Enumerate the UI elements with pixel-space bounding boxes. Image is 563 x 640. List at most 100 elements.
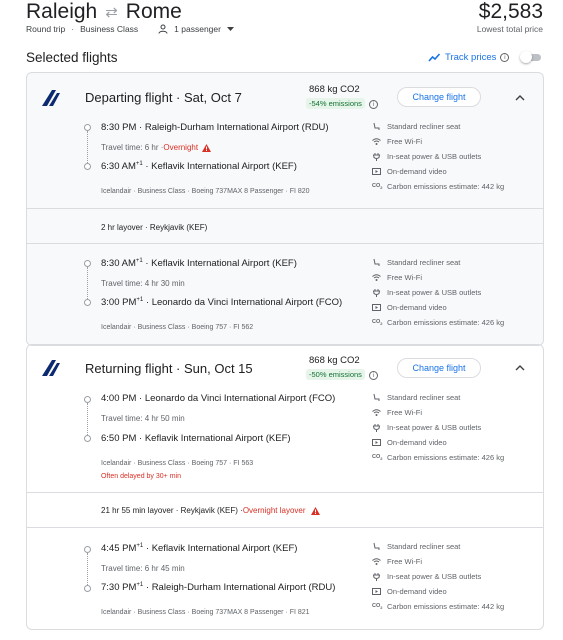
arrival-dot [84, 299, 91, 306]
arrival-dot [84, 585, 91, 592]
seat-icon [373, 122, 380, 130]
arrival-time: 3:00 PM [101, 297, 137, 309]
power-icon [372, 573, 381, 581]
track-prices[interactable]: Track prices i [428, 52, 510, 63]
swap-arrows-icon: ⇄ [105, 4, 118, 21]
passenger-count: 1 passenger [174, 24, 221, 34]
amenity-co2: CO2 Carbon emissions estimate: 442 kg [372, 602, 505, 611]
departure-dot [84, 260, 91, 267]
amenity-seat: Standard recliner seat [372, 393, 460, 402]
wifi-icon [372, 274, 381, 281]
arrival-row: 6:30 AM+1 · Keflavik International Airpo… [101, 161, 297, 173]
overnight-layover-label: Overnight layover [242, 506, 306, 515]
departing-flight-card: Departing flight · Sat, Oct 7 868 kg CO2… [26, 72, 544, 346]
amenity-video: On-demand video [372, 303, 447, 312]
travel-time: Travel time: 6 hr · Overnight [101, 143, 212, 152]
amenity-co2: CO2 Carbon emissions estimate: 426 kg [372, 453, 505, 462]
wifi-icon [372, 138, 381, 145]
amenity-power: In-seat power & USB outlets [372, 423, 481, 432]
trip-type: Round trip [26, 24, 66, 34]
amenity-video: On-demand video [372, 167, 447, 176]
seat-icon [373, 542, 380, 550]
departure-airport: Keflavik International Airport (KEF) [151, 258, 297, 270]
amenity-wifi: Free Wi-Fi [372, 408, 422, 417]
departing-co2: 868 kg CO2 [309, 84, 360, 95]
seat-icon [373, 393, 380, 401]
trend-icon [428, 53, 441, 62]
info-icon[interactable]: i [500, 53, 510, 62]
layover-info: 2 hr layover · Reykjavik (KEF) [101, 223, 208, 232]
amenity-power: In-seat power & USB outlets [372, 572, 481, 581]
delay-warning: Often delayed by 30+ min [101, 473, 181, 480]
co2-icon: CO2 [372, 603, 383, 611]
returning-title: Returning flight · Sun, Oct 15 [85, 361, 253, 376]
amenity-seat: Standard recliner seat [372, 122, 460, 131]
amenity-power: In-seat power & USB outlets [372, 152, 481, 161]
price-subtitle: Lowest total price [476, 24, 543, 34]
video-icon [372, 439, 381, 446]
wifi-icon [372, 558, 381, 565]
overnight-label: Overnight [163, 143, 199, 152]
co2-icon: CO2 [372, 454, 383, 462]
change-departing-flight-button[interactable]: Change flight [397, 87, 481, 107]
departure-row: 8:30 PM · Raleigh-Durham International A… [101, 122, 329, 133]
flight-details: Icelandair · Business Class · Boeing 737… [101, 188, 310, 195]
arrival-row: 7:30 PM+1 · Raleigh-Durham International… [101, 582, 336, 594]
departure-dot [84, 396, 91, 403]
arrival-airport: Raleigh-Durham International Airport (RD… [151, 582, 336, 594]
departure-row: 4:00 PM · Leonardo da Vinci Internationa… [101, 393, 336, 404]
travel-time: Travel time: 4 hr 50 min [101, 414, 185, 423]
arrival-airport: Leonardo da Vinci International Airport … [151, 297, 343, 309]
video-icon [372, 588, 381, 595]
amenity-video: On-demand video [372, 438, 447, 447]
power-icon [372, 289, 381, 297]
track-prices-label: Track prices [445, 52, 497, 63]
change-returning-flight-button[interactable]: Change flight [397, 358, 481, 378]
chevron-up-icon[interactable] [514, 92, 526, 104]
departure-row: 8:30 AM+1 · Keflavik International Airpo… [101, 258, 297, 270]
arrival-time: 6:30 AM [101, 161, 136, 173]
emissions-info-icon[interactable]: i [369, 100, 378, 109]
amenity-seat: Standard recliner seat [372, 542, 460, 551]
seat-icon [373, 258, 380, 266]
arrival-time: 6:50 PM [101, 433, 137, 444]
emissions-info-icon[interactable]: i [369, 371, 378, 380]
wifi-icon [372, 409, 381, 416]
departing-emissions-badge: -54% emissions [306, 98, 365, 109]
track-prices-toggle[interactable] [520, 51, 542, 63]
arrival-dot [84, 435, 91, 442]
warning-icon [202, 143, 212, 152]
travel-time: Travel time: 6 hr 45 min [101, 564, 185, 573]
departure-time: 8:30 PM [101, 122, 137, 133]
arrival-airport: Keflavik International Airport (KEF) [144, 433, 291, 444]
arrival-row: 6:50 PM · Keflavik International Airport… [101, 433, 291, 444]
returning-emissions-badge: -50% emissions [306, 369, 365, 380]
arrival-row: 3:00 PM+1 · Leonardo da Vinci Internatio… [101, 297, 343, 309]
passenger-selector[interactable]: 1 passenger [158, 24, 234, 34]
video-icon [372, 168, 381, 175]
amenity-wifi: Free Wi-Fi [372, 557, 422, 566]
power-icon [372, 153, 381, 161]
video-icon [372, 304, 381, 311]
departure-dot [84, 546, 91, 553]
amenity-co2: CO2 Carbon emissions estimate: 442 kg [372, 182, 505, 191]
departure-airport: Leonardo da Vinci International Airport … [144, 393, 336, 404]
arrival-time: 7:30 PM [101, 582, 137, 594]
arrival-dot [84, 163, 91, 170]
warning-icon [310, 506, 320, 515]
travel-time: Travel time: 4 hr 30 min [101, 279, 185, 288]
departure-airport: Raleigh-Durham International Airport (RD… [144, 122, 329, 133]
departure-airport: Keflavik International Airport (KEF) [151, 543, 298, 555]
flight-details: Icelandair · Business Class · Boeing 757… [101, 460, 254, 467]
icelandair-logo [42, 360, 60, 376]
origin-city: Raleigh [26, 0, 98, 23]
departure-dot [84, 124, 91, 131]
route-title: Raleigh ⇄ Rome [26, 0, 182, 24]
total-price: $2,583 [478, 0, 543, 23]
power-icon [372, 424, 381, 432]
returning-flight-card: Returning flight · Sun, Oct 15 868 kg CO… [26, 344, 544, 630]
departure-time: 8:30 AM [101, 258, 136, 270]
amenity-wifi: Free Wi-Fi [372, 273, 422, 282]
layover-info: 21 hr 55 min layover · Reykjavik (KEF) ·… [101, 506, 320, 515]
chevron-up-icon[interactable] [514, 362, 526, 374]
